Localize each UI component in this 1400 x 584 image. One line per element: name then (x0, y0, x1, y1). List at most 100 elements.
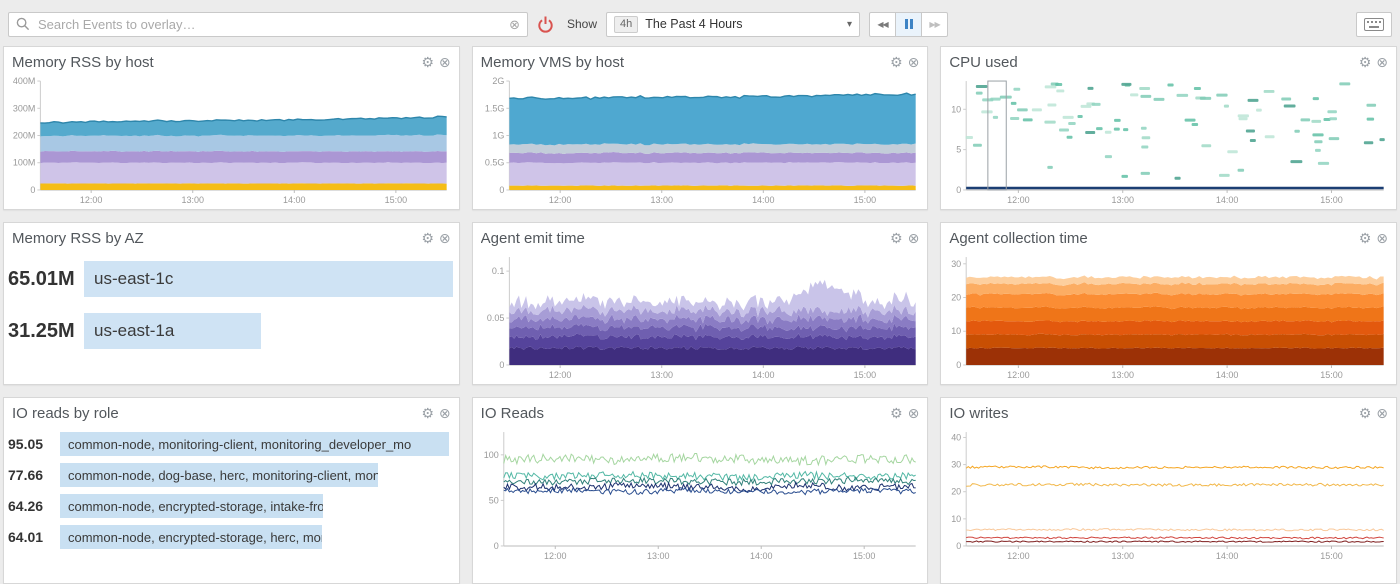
event-search-box[interactable]: ⊗ (8, 11, 528, 37)
toplist-value: 95.05 (8, 436, 44, 452)
svg-text:12:00: 12:00 (549, 370, 571, 380)
svg-text:0: 0 (493, 541, 498, 551)
cpu-used-chart[interactable]: 0 5 10 12:00 13:00 14:00 15:00 (945, 75, 1392, 207)
memory-vms-by-host-chart[interactable]: 0 0.5G 1G 1.5G 2G 12:00 13:00 14:00 15:00 (477, 75, 924, 207)
query-value-bar: us-east-1c (84, 261, 453, 297)
svg-text:30: 30 (952, 460, 962, 470)
widget-body: 0 10 20 30 40 12:00 13:00 14:00 15:00 (941, 424, 1396, 583)
gear-icon[interactable]: ⚙ (1359, 231, 1372, 245)
svg-text:20: 20 (952, 487, 962, 497)
query-value-row[interactable]: 65.01M us-east-1c (8, 261, 453, 297)
close-icon[interactable]: ⊗ (439, 55, 451, 69)
pause-button[interactable] (895, 11, 923, 37)
toplist-bar: common-node, monitoring-client, monitori… (60, 432, 449, 456)
widget-title: Memory RSS by AZ (12, 229, 144, 247)
io-writes-chart[interactable]: 0 10 20 30 40 12:00 13:00 14:00 15:00 (945, 426, 1392, 563)
io-reads-chart[interactable]: 0 50 100 12:00 13:00 14:00 15:00 (477, 426, 924, 563)
caret-down-icon: ▾ (847, 18, 853, 30)
gear-icon[interactable]: ⚙ (421, 406, 434, 420)
svg-text:10: 10 (952, 104, 962, 114)
agent-emit-time-chart[interactable]: 0 0.05 0.1 12:00 13:00 14:00 15:00 (477, 251, 924, 382)
memory-rss-by-host-chart[interactable]: 0 100M 200M 300M 400M 12:00 13:00 14:00 15:00 (8, 75, 455, 207)
svg-text:14:00: 14:00 (283, 195, 305, 205)
widget-header: IO writes ⚙ ⊗ (941, 398, 1396, 424)
close-icon[interactable]: ⊗ (1376, 406, 1388, 420)
search-input[interactable] (36, 15, 504, 33)
svg-text:14:00: 14:00 (752, 370, 774, 380)
close-icon[interactable]: ⊗ (439, 231, 451, 245)
gear-icon[interactable]: ⚙ (890, 231, 903, 245)
timeframe-select[interactable]: 4h The Past 4 Hours ▾ (606, 11, 861, 37)
gear-icon[interactable]: ⚙ (890, 55, 903, 69)
toplist-value: 77.66 (8, 467, 44, 483)
query-value-bar: us-east-1a (84, 313, 262, 349)
widget-header: Memory RSS by AZ ⚙ ⊗ (4, 223, 459, 249)
svg-text:14:00: 14:00 (1216, 195, 1238, 205)
rewind-button[interactable]: ◀◀ (869, 11, 897, 37)
widget-memory-rss-by-host: Memory RSS by host ⚙ ⊗ 0 100M 200M 300M 400M… (3, 46, 460, 210)
events-power-icon[interactable] (537, 15, 554, 34)
close-icon[interactable]: ⊗ (908, 55, 920, 69)
forward-button[interactable]: ▶▶ (921, 11, 949, 37)
toplist-row[interactable]: 64.26 common-node, encrypted-storage, in… (8, 494, 449, 518)
gear-icon[interactable]: ⚙ (890, 406, 903, 420)
svg-text:30: 30 (952, 259, 962, 269)
svg-text:15:00: 15:00 (853, 370, 875, 380)
close-icon[interactable]: ⊗ (1376, 55, 1388, 69)
svg-text:40: 40 (952, 432, 962, 442)
widget-header: Memory RSS by host ⚙ ⊗ (4, 47, 459, 73)
toplist-row[interactable]: 64.01 common-node, encrypted-storage, he… (8, 525, 449, 549)
close-icon[interactable]: ⊗ (1376, 231, 1388, 245)
svg-text:12:00: 12:00 (80, 195, 102, 205)
widget-memory-vms-by-host: Memory VMS by host ⚙ ⊗ 0 0.5G 1G 1.5G 2G 12:0… (471, 46, 929, 210)
close-icon[interactable]: ⊗ (908, 231, 920, 245)
widget-title: Memory RSS by host (12, 53, 154, 71)
toplist-row[interactable]: 77.66 common-node, dog-base, herc, monit… (8, 463, 449, 487)
clear-search-icon[interactable]: ⊗ (509, 18, 520, 31)
widget-header: Memory VMS by host ⚙ ⊗ (473, 47, 928, 73)
widget-body: 0 5 10 12:00 13:00 14:00 15:00 (941, 73, 1396, 209)
svg-text:2G: 2G (492, 76, 504, 86)
show-label: Show (567, 17, 598, 31)
svg-text:14:00: 14:00 (1216, 370, 1238, 380)
svg-text:50: 50 (488, 495, 498, 505)
widget-io-writes: IO writes ⚙ ⊗ 0 10 20 30 40 12:00 13:00 14:00 15… (940, 397, 1397, 584)
pause-icon (904, 19, 913, 29)
gear-icon[interactable]: ⚙ (421, 55, 434, 69)
forward-icon: ▶▶ (929, 19, 940, 29)
svg-text:15:00: 15:00 (1321, 551, 1343, 561)
svg-text:10: 10 (952, 514, 962, 524)
widget-memory-rss-by-az: Memory RSS by AZ ⚙ ⊗ 65.01M us-east-1c 3… (3, 222, 460, 385)
toplist-row[interactable]: 95.05 common-node, monitoring-client, mo… (8, 432, 449, 456)
svg-text:15:00: 15:00 (385, 195, 407, 205)
svg-text:13:00: 13:00 (650, 370, 672, 380)
gear-icon[interactable]: ⚙ (1359, 55, 1372, 69)
svg-text:0: 0 (30, 185, 35, 195)
gear-icon[interactable]: ⚙ (421, 231, 434, 245)
close-icon[interactable]: ⊗ (439, 406, 451, 420)
keyboard-shortcuts-button[interactable] (1356, 11, 1392, 37)
widget-body: 0 50 100 12:00 13:00 14:00 15:00 (473, 424, 928, 583)
query-value: 65.01M (8, 267, 75, 290)
playback-controls: ◀◀ ▶▶ (869, 11, 949, 37)
widget-body: 0 0.05 0.1 12:00 13:00 14:00 15:00 (473, 249, 928, 384)
svg-text:300M: 300M (13, 103, 35, 113)
query-value-row[interactable]: 31.25M us-east-1a (8, 313, 453, 349)
agent-collection-time-chart[interactable]: 0 10 20 30 12:00 13:00 14:00 15:00 (945, 251, 1392, 382)
widget-title: IO reads by role (12, 404, 119, 422)
svg-text:20: 20 (952, 293, 962, 303)
svg-text:0: 0 (957, 541, 962, 551)
widget-title: Agent collection time (949, 229, 1088, 247)
widget-body: 0 100M 200M 300M 400M 12:00 13:00 14:00 15:00 (4, 73, 459, 209)
dashboard-toolbar: ⊗ Show 4h The Past 4 Hours ▾ ◀◀ ▶▶ (0, 0, 1400, 40)
close-icon[interactable]: ⊗ (908, 406, 920, 420)
svg-text:0.5G: 0.5G (485, 158, 504, 168)
timeframe-value: The Past 4 Hours (645, 17, 743, 31)
widget-title: Agent emit time (480, 229, 585, 247)
svg-text:12:00: 12:00 (549, 195, 571, 205)
gear-icon[interactable]: ⚙ (1359, 406, 1372, 420)
svg-text:13:00: 13:00 (647, 551, 669, 561)
svg-text:12:00: 12:00 (1007, 370, 1029, 380)
widget-header: IO Reads ⚙ ⊗ (473, 398, 928, 424)
svg-text:13:00: 13:00 (181, 195, 203, 205)
